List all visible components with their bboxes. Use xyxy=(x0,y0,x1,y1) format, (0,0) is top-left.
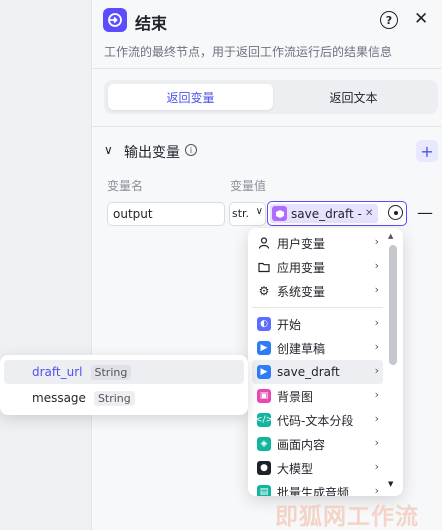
scroll-down-icon[interactable]: ▼ xyxy=(388,480,393,488)
scrollbar-thumb[interactable] xyxy=(389,245,397,365)
variable-name-input[interactable]: output xyxy=(107,202,225,226)
variable-dropdown: 用户变量 › 应用变量 › ⚙ 系统变量 › ◐ 开始 › ▶ 创建草稿 › ▶… xyxy=(248,228,403,496)
divider xyxy=(91,68,442,69)
chevron-right-icon: › xyxy=(374,412,379,425)
dropdown-item-batch-audio[interactable]: ▤ 批量生成音频 › xyxy=(252,480,383,496)
canvas-area xyxy=(0,0,91,530)
chevron-right-icon: › xyxy=(374,340,379,353)
close-icon[interactable]: ✕ xyxy=(414,9,428,29)
dropdown-item-user-vars[interactable]: 用户变量 › xyxy=(252,231,383,255)
chevron-right-icon: › xyxy=(374,388,379,401)
chevron-right-icon: › xyxy=(374,436,379,449)
divider xyxy=(91,126,442,127)
tab-return-variable[interactable]: 返回变量 xyxy=(108,84,273,110)
column-header-name: 变量名 xyxy=(107,179,144,193)
chevron-right-icon: › xyxy=(374,316,379,329)
chevron-right-icon: › xyxy=(374,235,379,248)
chevron-right-icon: › xyxy=(374,484,379,496)
target-icon[interactable] xyxy=(388,205,403,220)
field-type-badge: String xyxy=(90,364,132,380)
add-variable-button[interactable]: + xyxy=(416,140,438,162)
dropdown-item-create-draft[interactable]: ▶ 创建草稿 › xyxy=(252,336,383,360)
node-title[interactable]: 结束 xyxy=(135,10,167,34)
scroll-up-icon[interactable]: ▲ xyxy=(388,232,393,240)
llm-node-icon: ◈ xyxy=(257,437,271,451)
chevron-right-icon: › xyxy=(374,283,379,296)
dropdown-item-start[interactable]: ◐ 开始 › xyxy=(252,312,383,336)
chevron-right-icon: › xyxy=(374,364,379,377)
tab-return-text[interactable]: 返回文本 xyxy=(273,84,434,110)
output-field-submenu: draft_url String message String xyxy=(0,355,248,415)
dropdown-item-save-draft[interactable]: ▶ save_draft › xyxy=(252,360,383,384)
gear-icon: ⚙ xyxy=(258,284,270,298)
dropdown-item-llm[interactable]: ● 大模型 › xyxy=(252,456,383,480)
plugin-node-icon: ▶ xyxy=(257,365,271,379)
remove-row-button[interactable]: — xyxy=(417,203,433,222)
info-icon[interactable]: i xyxy=(185,144,197,156)
field-name: message xyxy=(32,391,86,405)
dropdown-item-system-vars[interactable]: ⚙ 系统变量 › xyxy=(252,279,383,303)
variable-type-select[interactable]: str. ∨ xyxy=(229,202,266,226)
end-node-icon xyxy=(103,8,127,32)
chevron-right-icon: › xyxy=(374,259,379,272)
watermark: 即狐网工作流 xyxy=(275,504,419,530)
plugin-node-icon xyxy=(272,206,287,221)
divider xyxy=(252,307,383,308)
folder-icon xyxy=(257,260,271,274)
field-type-badge: String xyxy=(93,390,135,406)
dropdown-item-app-vars[interactable]: 应用变量 › xyxy=(252,255,383,279)
help-icon[interactable]: ? xyxy=(380,11,398,29)
dropdown-item-code-split[interactable]: </> 代码-文本分段 › xyxy=(252,408,383,432)
collapse-chevron-icon[interactable]: ∨ xyxy=(104,143,113,157)
column-header-value: 变量值 xyxy=(230,179,267,193)
section-title: 输出变量 xyxy=(124,145,180,161)
submenu-item-draft-url[interactable]: draft_url String xyxy=(4,360,244,384)
reference-text: save_draft - d· xyxy=(291,206,363,221)
dropdown-item-scene-content[interactable]: ◈ 画面内容 › xyxy=(252,432,383,456)
dropdown-item-background-image[interactable]: ▣ 背景图 › xyxy=(252,384,383,408)
variable-reference-field[interactable]: save_draft - d· ✕ xyxy=(267,201,407,226)
user-icon xyxy=(257,236,271,250)
mode-switch: 返回变量 返回文本 xyxy=(104,80,438,114)
image-node-icon: ▣ xyxy=(257,389,271,403)
chevron-right-icon: › xyxy=(374,460,379,473)
chevron-down-icon: ∨ xyxy=(255,206,263,217)
start-node-icon: ◐ xyxy=(257,317,271,331)
type-value: str. xyxy=(232,207,250,220)
code-node-icon: </> xyxy=(254,413,274,427)
reference-tag: save_draft - d· ✕ xyxy=(270,204,378,223)
field-name: draft_url xyxy=(32,365,83,379)
remove-tag-icon[interactable]: ✕ xyxy=(365,208,373,219)
plugin-node-icon: ▶ xyxy=(257,341,271,355)
batch-node-icon: ▤ xyxy=(257,485,271,496)
node-description: 工作流的最终节点，用于返回工作流运行后的结果信息 xyxy=(104,45,393,59)
submenu-item-message[interactable]: message String xyxy=(4,386,244,410)
model-node-icon: ● xyxy=(257,461,271,475)
